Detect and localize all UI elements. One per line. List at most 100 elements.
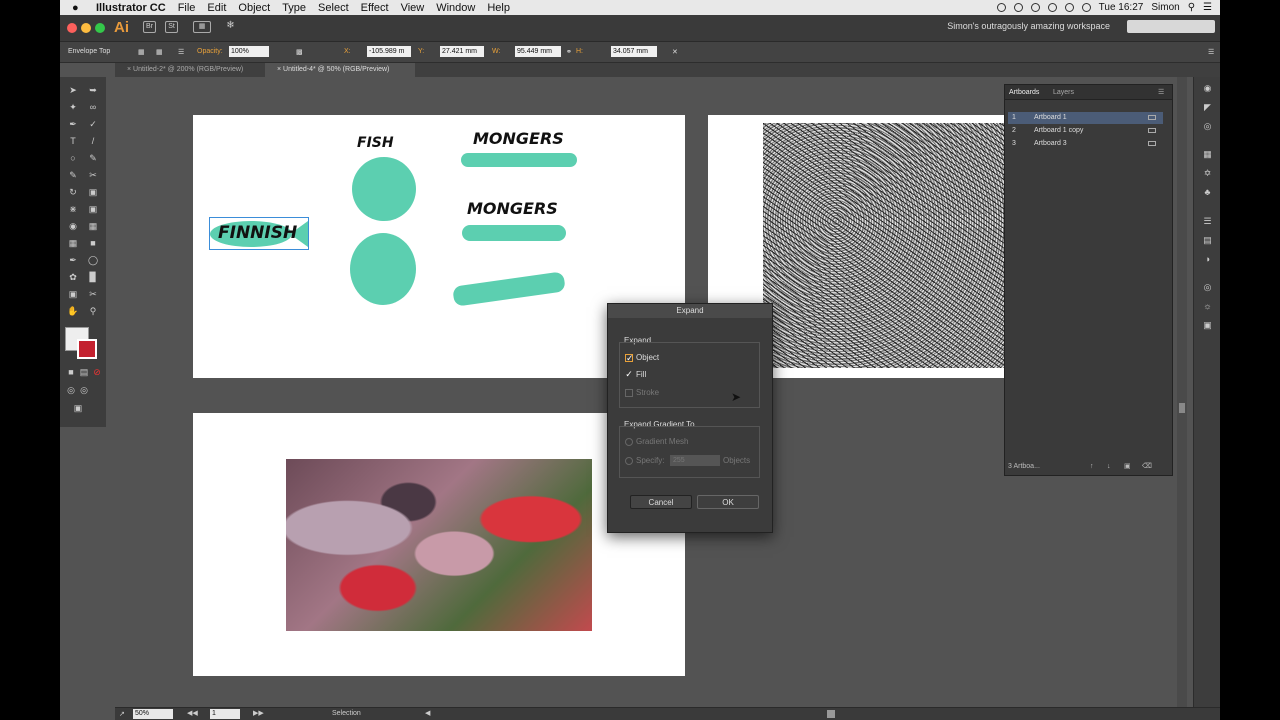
opacity-field[interactable]: 100% [229, 46, 269, 57]
bridge-button[interactable]: Br [143, 21, 156, 33]
mesh-tool-icon[interactable]: ▦ [67, 238, 79, 249]
stroke-panel-icon[interactable]: ☰ [1202, 216, 1213, 226]
artboard-row[interactable]: 2 Artboard 1 copy [1008, 125, 1163, 137]
artboard-row[interactable]: 1 Artboard 1 [1008, 112, 1163, 124]
menu-type[interactable]: Type [282, 2, 306, 14]
finnish-selection-box[interactable]: FINNISH [209, 217, 309, 250]
menubar-clock[interactable]: Tue 16:27 [1099, 2, 1144, 13]
move-down-icon[interactable]: ↓ [1107, 463, 1111, 470]
artboard-row-name[interactable]: Artboard 3 [1034, 138, 1067, 150]
direct-selection-tool-icon[interactable]: ➥ [87, 85, 99, 96]
graphic-styles-icon[interactable]: ◎ [1202, 282, 1213, 292]
scroll-thumb[interactable] [1179, 403, 1185, 413]
slice-tool-icon[interactable]: ✂ [87, 289, 99, 300]
cancel-button[interactable]: Cancel [630, 495, 692, 509]
canvas[interactable]: FISH MONGERS MONGERS FINNISH Expand Expa… [106, 77, 1006, 707]
mongers-heading-1[interactable]: MONGERS [473, 129, 564, 148]
stroke-checkbox-label[interactable]: Stroke [636, 388, 659, 397]
zoom-level-field[interactable]: 50% [133, 709, 173, 719]
fish-heading[interactable]: FISH [357, 135, 394, 151]
fish-market-photo[interactable] [286, 459, 592, 631]
teal-brush-stroke-1[interactable] [461, 153, 577, 167]
status-record-icon[interactable] [996, 3, 1006, 12]
mongers-heading-2[interactable]: MONGERS [467, 199, 558, 218]
gradient-mesh-label[interactable]: Gradient Mesh [636, 437, 688, 446]
w-field[interactable]: 95.449 mm [515, 46, 561, 57]
transform-icon[interactable]: ✕ [672, 48, 678, 56]
menu-view[interactable]: View [401, 2, 425, 14]
delete-artboard-icon[interactable]: ⌫ [1142, 462, 1152, 470]
selection-tool-icon[interactable]: ➤ [67, 85, 79, 96]
stock-button[interactable]: St [165, 21, 178, 33]
color-mode-icon[interactable]: ■ [65, 367, 77, 378]
transform-panel-icon[interactable]: ☼ [1202, 301, 1213, 311]
artboard-number-field[interactable]: 1 [210, 709, 240, 719]
curvature-tool-icon[interactable]: ✓ [87, 119, 99, 130]
edit-envelope-icon[interactable]: ▦ [138, 48, 145, 56]
menubar-user[interactable]: Simon [1151, 2, 1179, 13]
gradient-panel-icon[interactable]: ▤ [1202, 235, 1213, 245]
scissors-tool-icon[interactable]: ✂ [87, 170, 99, 181]
menu-window[interactable]: Window [436, 2, 475, 14]
status-volume-icon[interactable] [1081, 3, 1091, 12]
gradient-mesh-radio[interactable] [625, 438, 633, 446]
rotate-tool-icon[interactable]: ↻ [67, 187, 79, 198]
ellipse-tool-icon[interactable]: ○ [67, 153, 79, 164]
tab-untitled-2[interactable]: × Untitled-2* @ 200% (RGB/Preview) [115, 63, 265, 77]
gradient-mode-icon[interactable]: ▤ [78, 367, 90, 378]
perspective-grid-tool-icon[interactable]: ▦ [87, 221, 99, 232]
spotlight-icon[interactable]: ⚲ [1188, 2, 1195, 13]
scale-tool-icon[interactable]: ▣ [87, 187, 99, 198]
adobe-stock-search-input[interactable] [1127, 20, 1215, 33]
appearance-panel-icon[interactable]: ◎ [1202, 121, 1213, 131]
fill-checkbox-label[interactable]: Fill [636, 370, 646, 379]
zoom-window-button[interactable] [95, 23, 105, 33]
grunge-texture-image[interactable] [763, 123, 1006, 368]
artboards-dock-icon[interactable]: ▣ [1202, 320, 1213, 330]
control-bar-menu-icon[interactable]: ☰ [1208, 48, 1214, 56]
gradient-tool-icon[interactable]: ■ [87, 238, 99, 249]
notification-center-icon[interactable]: ☰ [1203, 2, 1212, 13]
status-scroll-left-icon[interactable]: ◀ [425, 709, 430, 717]
apple-menu-icon[interactable]: ● [72, 2, 86, 14]
artboard-row-name[interactable]: Artboard 1 [1034, 112, 1067, 124]
export-icon[interactable]: ↗ [119, 710, 125, 718]
brushes-panel-icon[interactable]: ✡ [1202, 168, 1213, 178]
current-tool-label[interactable]: Selection [332, 710, 361, 717]
workspace-switcher[interactable]: Simon's outragously amazing workspace [947, 21, 1110, 31]
specify-label[interactable]: Specify: [636, 456, 664, 465]
y-field[interactable]: 27.421 mm [440, 46, 484, 57]
tab-untitled-4[interactable]: × Untitled-4* @ 50% (RGB/Preview) [265, 63, 415, 77]
align-menu-icon[interactable]: ☰ [178, 48, 184, 56]
artboard-row-name[interactable]: Artboard 1 copy [1034, 125, 1083, 137]
menu-object[interactable]: Object [238, 2, 270, 14]
width-tool-icon[interactable]: ⋇ [67, 204, 79, 215]
move-up-icon[interactable]: ↑ [1090, 463, 1094, 470]
zoom-tool-icon[interactable]: ⚲ [87, 306, 99, 317]
menu-select[interactable]: Select [318, 2, 349, 14]
artboard-options-icon[interactable] [1148, 141, 1156, 146]
artboard-tool-icon[interactable]: ▣ [67, 289, 79, 300]
none-mode-icon[interactable]: ⊘ [91, 367, 103, 378]
minimize-window-button[interactable] [81, 23, 91, 33]
swatches-panel-icon[interactable]: ▦ [1202, 149, 1213, 159]
free-transform-tool-icon[interactable]: ▣ [87, 204, 99, 215]
teal-fish-blob[interactable] [350, 233, 416, 305]
column-graph-tool-icon[interactable]: ▉ [87, 272, 99, 283]
fill-checkbox[interactable]: ✓ [625, 370, 633, 379]
gpu-performance-icon[interactable]: ❄ [224, 21, 237, 33]
artboard-options-icon[interactable] [1148, 128, 1156, 133]
shaper-tool-icon[interactable]: ✎ [67, 170, 79, 181]
stroke-color-swatch[interactable] [77, 339, 97, 359]
symbols-panel-icon[interactable]: ♣ [1202, 187, 1213, 197]
stroke-checkbox[interactable] [625, 389, 633, 397]
status-bluetooth-icon[interactable] [1047, 3, 1057, 12]
x-field[interactable]: -105.989 m [367, 46, 411, 57]
blend-tool-icon[interactable]: ◯ [87, 255, 99, 266]
status-sync-icon[interactable] [1013, 3, 1023, 12]
menu-file[interactable]: File [178, 2, 196, 14]
transparency-panel-icon[interactable]: ◑ [1202, 254, 1213, 264]
line-tool-icon[interactable]: / [87, 136, 99, 147]
new-artboard-icon[interactable]: ▣ [1124, 462, 1131, 470]
draw-normal-icon[interactable]: ◎ [65, 385, 77, 396]
